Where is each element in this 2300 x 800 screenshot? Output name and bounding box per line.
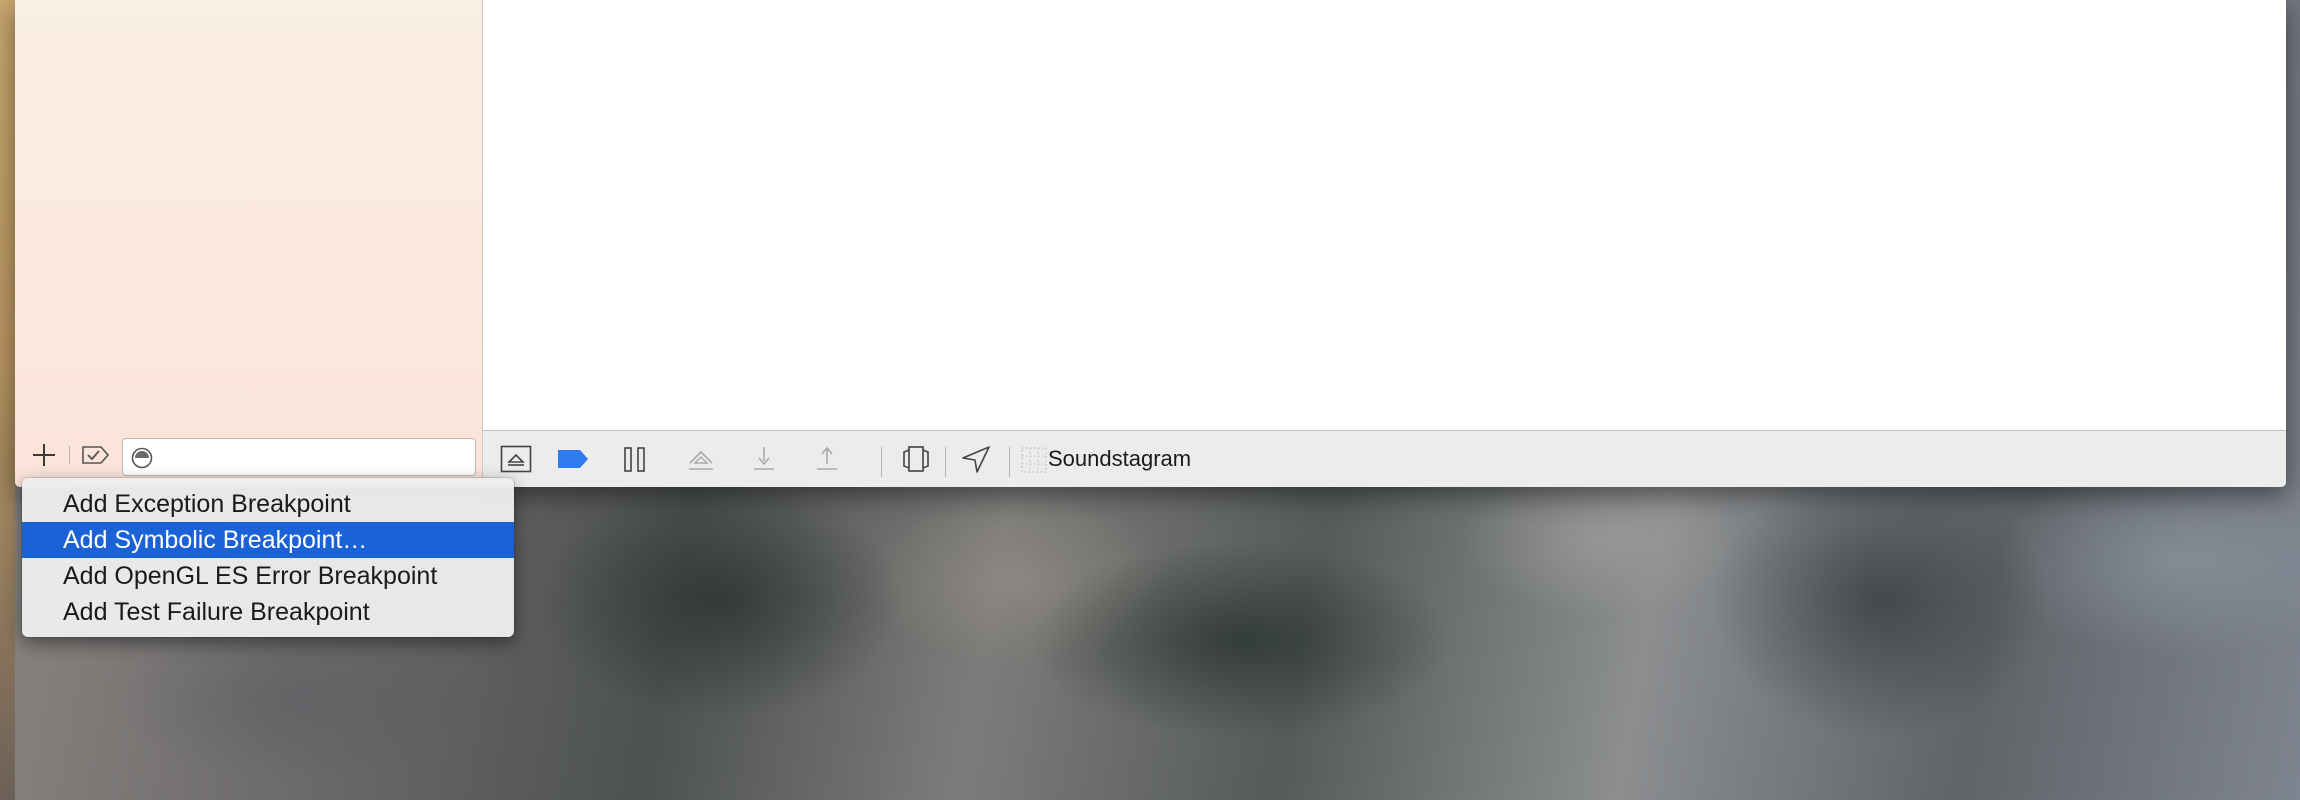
debug-bar-divider — [1009, 447, 1010, 477]
desktop-edge — [0, 0, 15, 800]
simulate-location-icon[interactable] — [961, 445, 991, 473]
debug-bar: Soundstagram — [483, 430, 2286, 487]
step-over-icon[interactable] — [686, 445, 716, 473]
add-breakpoint-button[interactable] — [31, 442, 57, 468]
breakpoint-navigator — [15, 0, 483, 487]
step-out-icon[interactable] — [814, 445, 840, 473]
menu-item-add-opengl-es-error-breakpoint[interactable]: Add OpenGL ES Error Breakpoint — [22, 558, 514, 594]
debug-target-name[interactable]: Soundstagram — [1048, 446, 1191, 472]
footer-divider — [69, 446, 70, 464]
pause-icon[interactable] — [623, 445, 647, 473]
menu-item-add-test-failure-breakpoint[interactable]: Add Test Failure Breakpoint — [22, 594, 514, 630]
debug-bar-divider — [881, 447, 882, 477]
step-into-icon[interactable] — [751, 445, 777, 473]
add-breakpoint-menu: Add Exception Breakpoint Add Symbolic Br… — [22, 478, 514, 637]
debug-bar-divider — [945, 447, 946, 477]
editor-area — [483, 0, 2286, 430]
menu-item-add-symbolic-breakpoint[interactable]: Add Symbolic Breakpoint… — [22, 522, 514, 558]
hide-debug-area-icon[interactable] — [500, 445, 532, 473]
filter-icon[interactable] — [131, 447, 153, 469]
show-only-enabled-icon[interactable] — [81, 444, 111, 466]
view-hierarchy-icon[interactable] — [901, 445, 931, 473]
breakpoint-filter-field[interactable] — [122, 438, 476, 476]
xcode-window: Soundstagram — [15, 0, 2286, 487]
app-target-icon[interactable] — [1021, 447, 1047, 473]
menu-item-add-exception-breakpoint[interactable]: Add Exception Breakpoint — [22, 486, 514, 522]
breakpoints-toggle-icon[interactable] — [557, 449, 589, 469]
